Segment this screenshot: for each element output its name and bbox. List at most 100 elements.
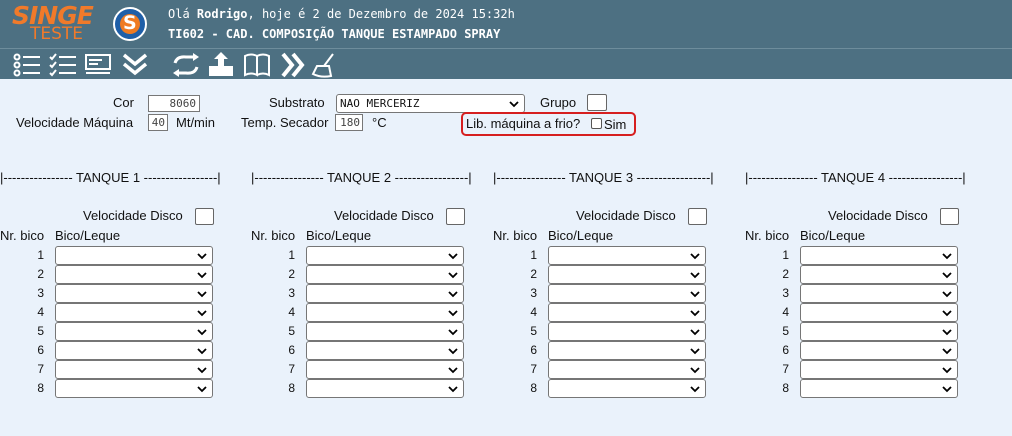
bico-leque-select[interactable] [306,360,464,379]
bico-number: 4 [530,305,537,319]
bico-row: 2 [493,265,733,284]
bico-leque-select[interactable] [548,360,706,379]
bico-leque-select[interactable] [306,246,464,265]
bico-leque-select[interactable] [800,246,958,265]
bico-leque-select[interactable] [55,322,213,341]
tank-header: |---------------- TANQUE 4 -------------… [745,170,966,185]
bico-leque-select[interactable] [306,322,464,341]
bico-leque-select[interactable] [800,284,958,303]
substrato-select[interactable]: NAO MERCERIZ [336,94,525,113]
bico-leque-header: Bico/Leque [306,228,372,243]
toolbar [0,48,1012,79]
bico-number: 5 [782,324,789,338]
chevron-down-icon [448,291,458,298]
bico-number: 2 [530,267,537,281]
greeting-suffix: , hoje é 2 de Dezembro de 2024 15:32h [247,7,515,21]
logo-badge-icon: S [113,7,147,41]
bico-leque-select[interactable] [548,379,706,398]
cor-field[interactable]: 8060 [148,95,200,112]
bico-leque-select[interactable] [55,284,213,303]
clear-icon[interactable] [311,52,341,78]
chevron-down-icon [197,348,207,355]
bico-leque-header: Bico/Leque [55,228,121,243]
bico-number: 3 [37,286,44,300]
nr-bico-header: Nr. bico [745,228,790,243]
bico-leque-select[interactable] [548,341,706,360]
chevron-down-icon [197,310,207,317]
bico-leque-select[interactable] [55,265,213,284]
bico-number: 6 [37,343,44,357]
bico-leque-select[interactable] [548,246,706,265]
bico-leque-select[interactable] [800,341,958,360]
bico-leque-select[interactable] [306,379,464,398]
bico-number: 5 [37,324,44,338]
velocidade-maquina-label: Velocidade Máquina [16,115,134,130]
chevron-down-icon [448,253,458,260]
bico-leque-select[interactable] [306,341,464,360]
bico-leque-select[interactable] [55,303,213,322]
bico-number: 1 [782,248,789,262]
velocidade-disco-label: Velocidade Disco [828,208,928,223]
bico-row: 7 [0,360,240,379]
bico-number: 6 [782,343,789,357]
bico-leque-select[interactable] [306,265,464,284]
chevron-down-icon [690,310,700,317]
bico-number: 4 [782,305,789,319]
bico-number: 8 [37,381,44,395]
bico-leque-select[interactable] [800,265,958,284]
tank-2: |---------------- TANQUE 2 -------------… [251,170,501,410]
bico-leque-select[interactable] [800,303,958,322]
velocidade-disco-field[interactable] [446,208,465,225]
bico-number: 8 [288,381,295,395]
chevron-down-icon [197,272,207,279]
tank-header: |---------------- TANQUE 3 -------------… [493,170,714,185]
refresh-icon[interactable] [171,52,201,78]
lib-maquina-option: Sim [604,117,627,132]
bico-leque-select[interactable] [800,322,958,341]
bico-leque-select[interactable] [55,341,213,360]
nr-bico-header: Nr. bico [493,228,538,243]
next-icon[interactable] [279,52,309,78]
bico-number: 8 [782,381,789,395]
bico-row: 4 [493,303,733,322]
bico-leque-select[interactable] [548,284,706,303]
chevron-down-icon [690,291,700,298]
bico-row: 8 [0,379,240,398]
bico-number: 3 [530,286,537,300]
book-icon[interactable] [243,52,273,78]
bico-leque-select[interactable] [55,379,213,398]
bico-leque-select[interactable] [55,246,213,265]
chevron-down-icon [942,386,952,393]
bico-row: 6 [493,341,733,360]
bico-leque-select[interactable] [548,303,706,322]
list-icon[interactable] [12,52,42,78]
velocidade-disco-field[interactable] [940,208,959,225]
bico-number: 4 [37,305,44,319]
velocidade-disco-field[interactable] [688,208,707,225]
velocidade-disco-field[interactable] [195,208,214,225]
grupo-field[interactable] [587,94,607,111]
temp-secador-field[interactable]: 180 [335,114,363,131]
chevron-down-icon [942,253,952,260]
bico-row: 5 [0,322,240,341]
bico-leque-select[interactable] [548,322,706,341]
bico-row: 1 [493,246,733,265]
velocidade-maquina-field[interactable]: 40 [148,114,168,131]
lib-maquina-checkbox[interactable] [591,118,602,129]
bico-number: 6 [288,343,295,357]
app-header: SINGE TESTE S Olá Rodrigo, hoje é 2 de D… [0,0,1012,48]
bico-leque-select[interactable] [548,265,706,284]
page-title: TI602 - CAD. COMPOSIÇÃO TANQUE ESTAMPADO… [168,27,501,41]
double-chevron-down-icon[interactable] [121,52,151,78]
cor-label: Cor [113,95,134,110]
chevron-down-icon [448,367,458,374]
bico-leque-select[interactable] [306,303,464,322]
bico-number: 1 [37,248,44,262]
bico-leque-select[interactable] [800,379,958,398]
bico-leque-select[interactable] [306,284,464,303]
bico-leque-select[interactable] [800,360,958,379]
form-icon[interactable] [84,52,114,78]
export-icon[interactable] [207,52,237,78]
checklist-icon[interactable] [48,52,78,78]
bico-leque-select[interactable] [55,360,213,379]
